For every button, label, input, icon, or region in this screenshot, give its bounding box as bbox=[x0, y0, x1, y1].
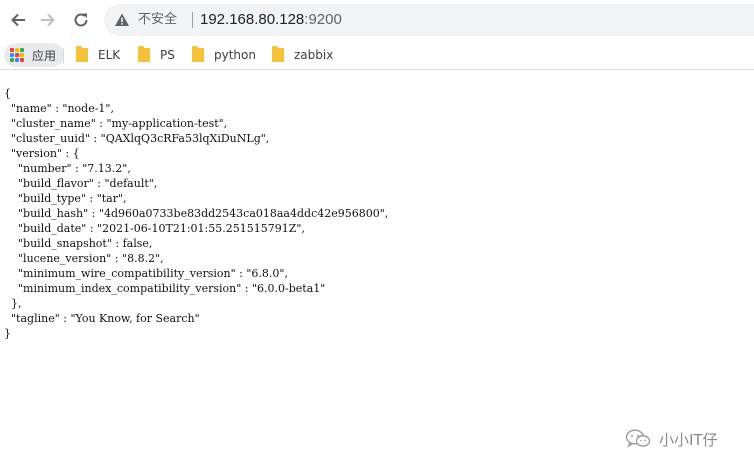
json-line: "version" : { bbox=[4, 147, 80, 160]
bookmark-label: zabbix bbox=[294, 48, 334, 62]
forward-button[interactable] bbox=[36, 8, 60, 32]
json-line: { bbox=[4, 87, 11, 100]
wechat-icon bbox=[625, 429, 651, 448]
folder-icon bbox=[76, 46, 88, 62]
watermark: 小小IT仔 bbox=[625, 428, 718, 450]
url-text[interactable]: 192.168.80.128:9200 bbox=[200, 10, 342, 30]
apps-grid-icon bbox=[10, 48, 24, 62]
bookmarks-divider bbox=[63, 48, 64, 64]
address-bar[interactable]: 不安全 192.168.80.128:9200 bbox=[104, 4, 754, 36]
bookmark-label: 应用 bbox=[32, 48, 57, 63]
json-line: "minimum_wire_compatibility_version" : "… bbox=[4, 267, 288, 280]
bookmark-label: PS bbox=[160, 48, 175, 62]
json-line: "cluster_name" : "my-application-test", bbox=[4, 117, 228, 130]
bookmark-label: ELK bbox=[98, 48, 121, 62]
bookmark-ps[interactable]: PS bbox=[138, 43, 175, 67]
json-line: } bbox=[4, 327, 11, 340]
json-line: "lucene_version" : "8.8.2", bbox=[4, 252, 164, 265]
json-line: "name" : "node-1", bbox=[4, 102, 114, 115]
forward-arrow-icon bbox=[41, 13, 55, 27]
json-line: "tagline" : "You Know, for Search" bbox=[4, 312, 200, 325]
bookmark-apps[interactable]: 应用 bbox=[4, 43, 65, 67]
folder-icon bbox=[272, 46, 284, 62]
watermark-text: 小小IT仔 bbox=[659, 430, 718, 449]
json-line: "number" : "7.13.2", bbox=[4, 162, 131, 175]
json-line: "minimum_index_compatibility_version" : … bbox=[4, 282, 326, 295]
json-line: "build_type" : "tar", bbox=[4, 192, 127, 205]
json-line: }, bbox=[4, 297, 22, 310]
back-arrow-icon bbox=[11, 13, 25, 27]
browser-toolbar: 不安全 192.168.80.128:9200 bbox=[0, 0, 754, 40]
warning-triangle-icon bbox=[115, 13, 129, 26]
reload-icon bbox=[74, 13, 88, 27]
url-host: 192.168.80.128 bbox=[200, 11, 305, 28]
bookmark-label: python bbox=[214, 48, 256, 62]
back-button[interactable] bbox=[6, 8, 30, 32]
address-divider bbox=[192, 12, 193, 28]
bookmark-zabbix[interactable]: zabbix bbox=[272, 43, 333, 67]
json-line: "build_snapshot" : false, bbox=[4, 237, 153, 250]
page-content: { "name" : "node-1", "cluster_name" : "m… bbox=[4, 86, 744, 341]
security-status-label[interactable]: 不安全 bbox=[138, 12, 177, 28]
reload-button[interactable] bbox=[69, 8, 93, 32]
folder-icon bbox=[192, 46, 204, 62]
json-response: { "name" : "node-1", "cluster_name" : "m… bbox=[4, 86, 744, 341]
folder-icon bbox=[138, 46, 150, 62]
json-line: "build_hash" : "4d960a0733be83dd2543ca01… bbox=[4, 207, 389, 220]
bookmark-python[interactable]: python bbox=[192, 43, 256, 67]
json-line: "cluster_uuid" : "QAXlqQ3cRFa53lqXiDuNLg… bbox=[4, 132, 270, 145]
url-port: :9200 bbox=[304, 11, 342, 28]
json-line: "build_date" : "2021-06-10T21:01:55.2515… bbox=[4, 222, 305, 235]
bookmark-elk[interactable]: ELK bbox=[76, 43, 120, 67]
bookmarks-bar: 应用 ELK PS python zabbix bbox=[0, 40, 754, 70]
json-line: "build_flavor" : "default", bbox=[4, 177, 158, 190]
